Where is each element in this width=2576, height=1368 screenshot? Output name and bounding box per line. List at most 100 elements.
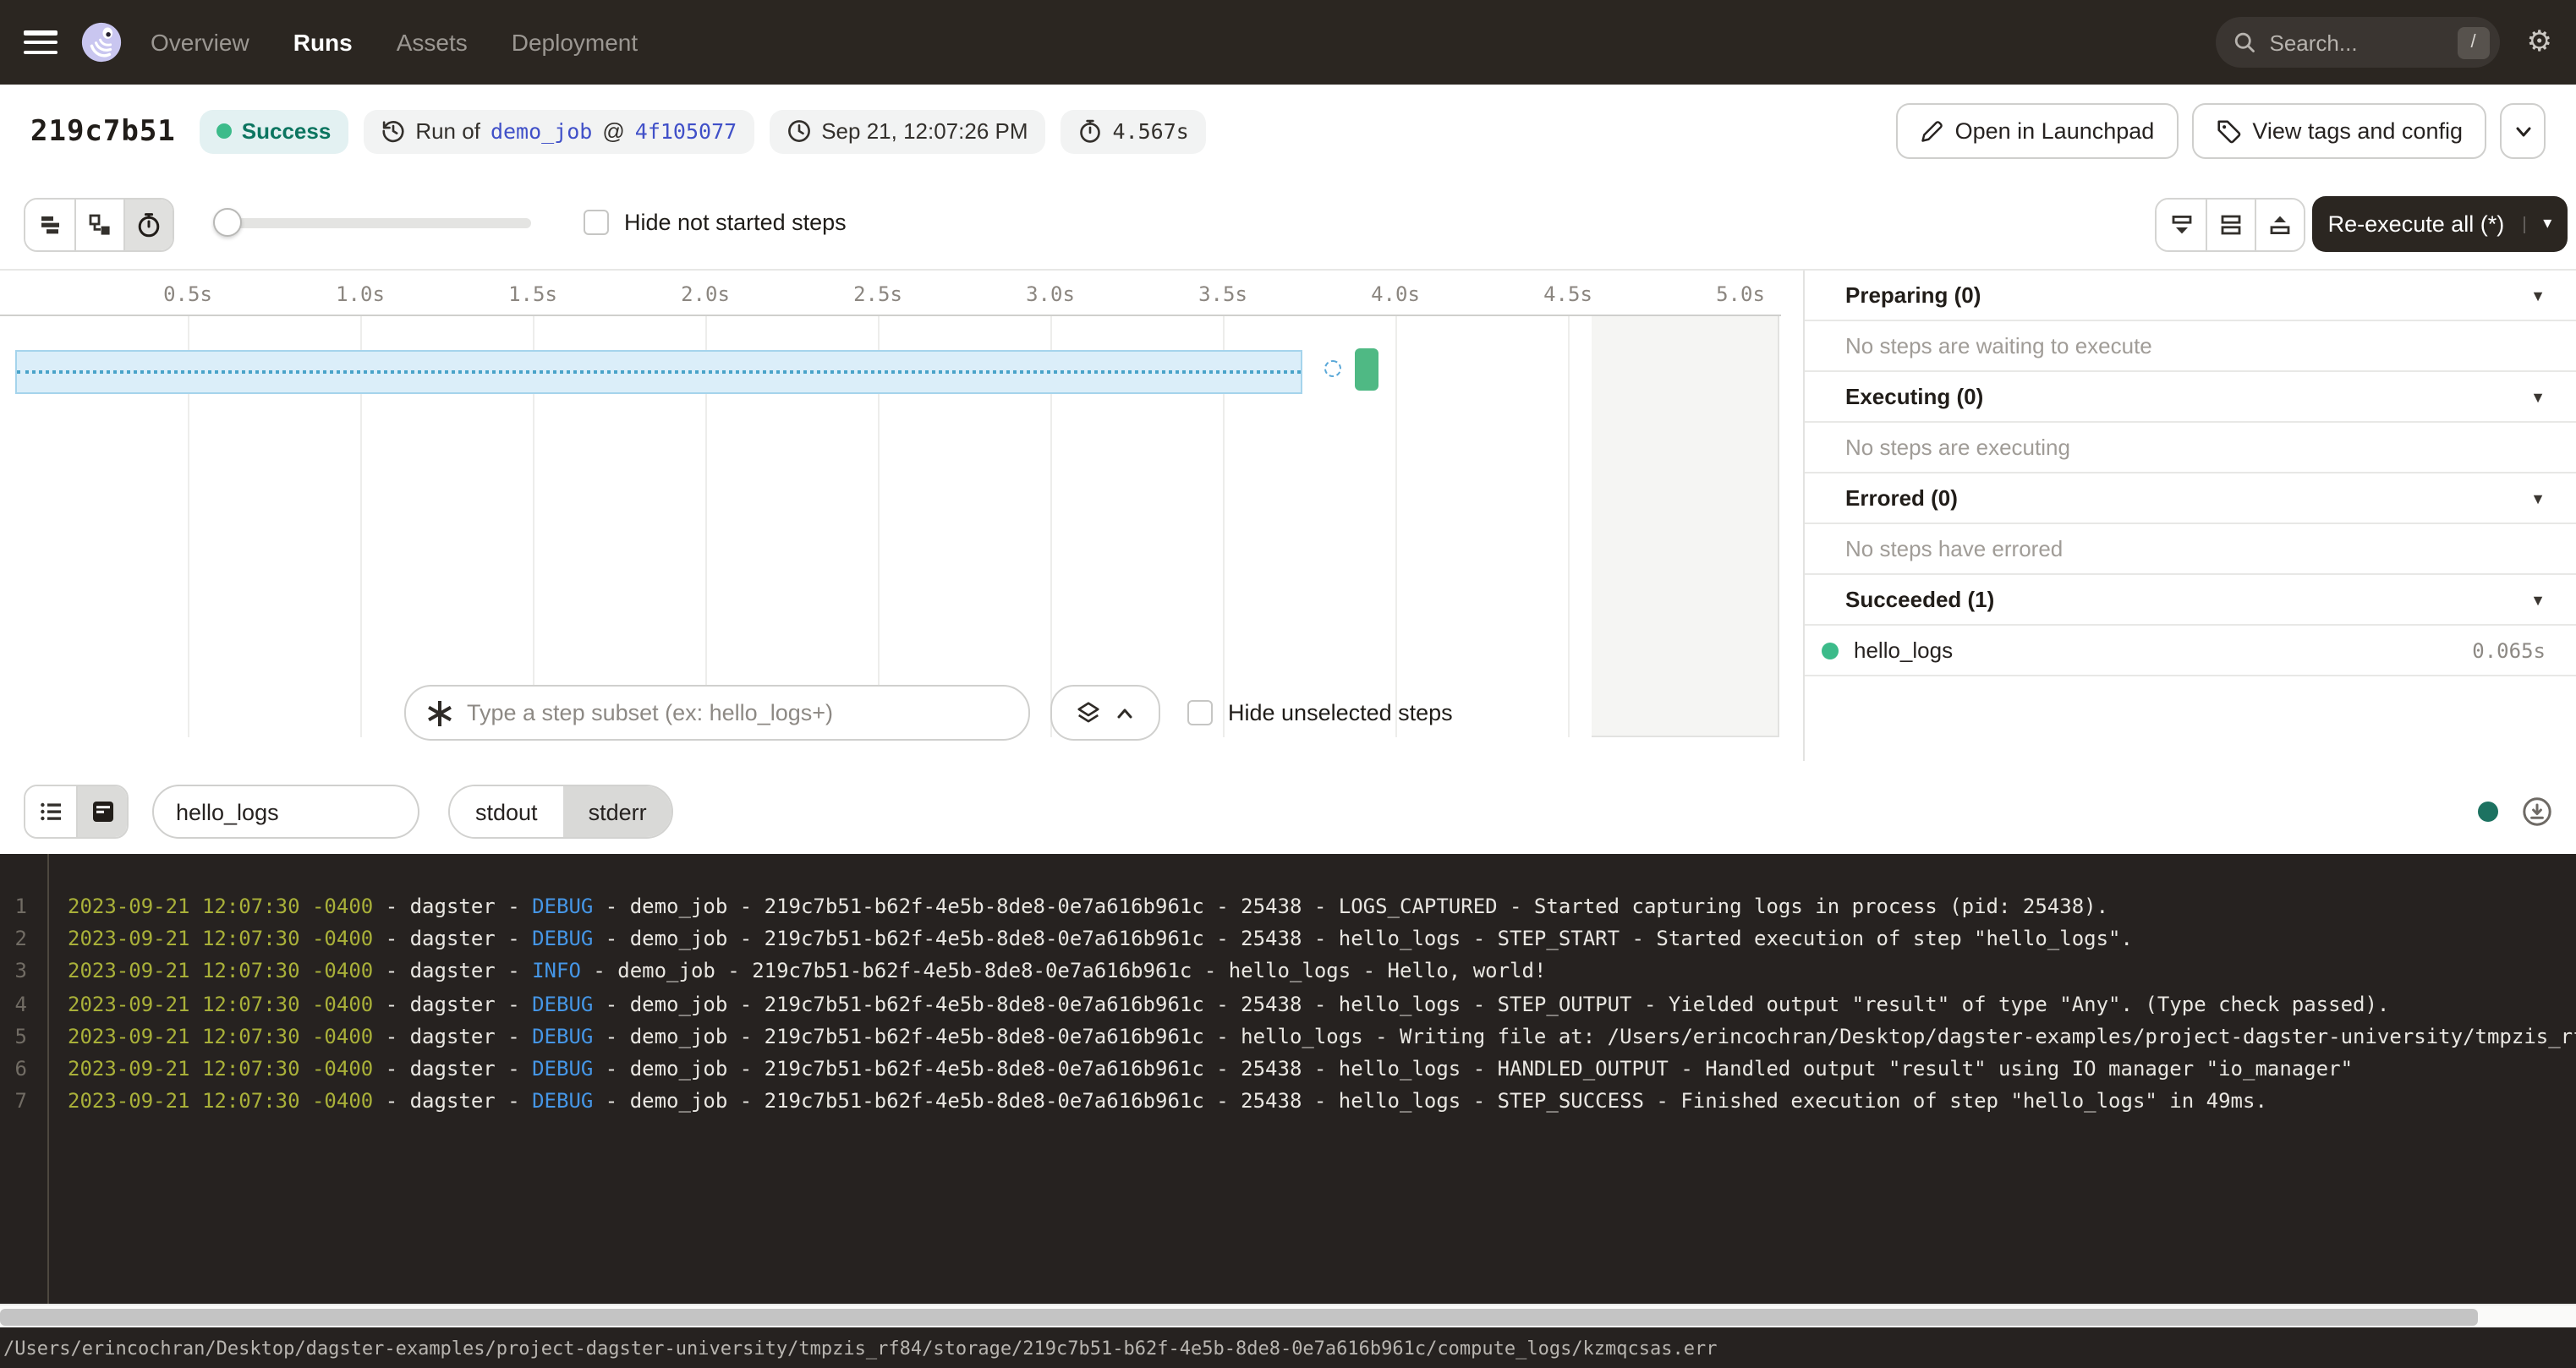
collapse-bottom-panel-button[interactable]	[2157, 200, 2206, 250]
zoom-slider[interactable]	[216, 218, 531, 228]
preparing-empty-text: No steps are waiting to execute	[1805, 321, 2576, 372]
tag-icon	[2215, 118, 2240, 144]
step-filter-row: Hide unselected steps	[404, 685, 1453, 741]
expand-panel-icon	[2266, 211, 2294, 238]
log-step-filter-input[interactable]	[152, 785, 419, 839]
axis-tick: 3.0s	[1026, 282, 1075, 306]
axis-tick: 0.5s	[163, 282, 212, 306]
executing-empty-text: No steps are executing	[1805, 423, 2576, 473]
gantt-view-toggle-group	[24, 198, 174, 252]
waiting-bar	[15, 350, 1302, 394]
log-line: 62023-09-21 12:07:30 -0400 - dagster - D…	[0, 1053, 2576, 1086]
commit-link[interactable]: 4f105077	[635, 118, 737, 144]
raw-log-view-button[interactable]	[76, 786, 127, 837]
hide-not-started-checkbox[interactable]	[584, 210, 609, 235]
log-file-path: /Users/erincochran/Desktop/dagster-examp…	[0, 1337, 1718, 1359]
op-selector-icon	[426, 699, 453, 726]
collapse-panel-icon	[2168, 211, 2195, 238]
timer-icon	[1077, 118, 1103, 144]
hide-not-started-label: Hide not started steps	[624, 210, 847, 235]
step-start-marker-icon	[1325, 360, 1342, 377]
time-axis: 0.5s1.0s1.5s2.0s2.5s3.0s3.5s4.0s4.5s5.0s	[0, 271, 1781, 316]
step-subset-inputbox[interactable]	[404, 685, 1030, 741]
tab-stderr[interactable]: stderr	[563, 786, 672, 837]
structured-log-view-button[interactable]	[25, 786, 76, 837]
success-dot-icon	[216, 123, 232, 139]
raw-log-panel[interactable]: 12023-09-21 12:07:30 -0400 - dagster - D…	[0, 854, 2576, 1304]
nav-items: Overview Runs Assets Deployment	[151, 29, 638, 56]
download-icon[interactable]	[2522, 796, 2552, 827]
status-badge: Success	[200, 109, 348, 153]
job-link[interactable]: demo_job	[491, 118, 592, 144]
axis-tick: 5.0s	[1716, 282, 1765, 306]
capture-status-dot	[2478, 802, 2498, 822]
nav-item-runs[interactable]: Runs	[293, 29, 353, 56]
log-toolbar: stdout stderr	[0, 769, 2576, 854]
section-succeeded[interactable]: Succeeded (1)▼	[1805, 575, 2576, 626]
expand-bottom-panel-button[interactable]	[2255, 200, 2304, 250]
console-icon	[89, 798, 116, 825]
nav-item-assets[interactable]: Assets	[397, 29, 468, 56]
section-executing[interactable]: Executing (0)▼	[1805, 372, 2576, 423]
log-line: 22023-09-21 12:07:30 -0400 - dagster - D…	[0, 923, 2576, 955]
reexecute-all-button[interactable]: Re-execute all (*) ▾	[2312, 196, 2568, 252]
post-run-region	[1591, 316, 1779, 737]
gantt-chart: Hide unselected steps	[0, 316, 1803, 752]
horizontal-scrollbar-thumb[interactable]	[0, 1309, 2478, 1326]
run-header: 219c7b51 Success Run of demo_job @ 4f105…	[0, 85, 2576, 178]
split-panels-button[interactable]	[2206, 200, 2255, 250]
clock-icon	[786, 118, 811, 144]
tab-stdout[interactable]: stdout	[450, 786, 563, 837]
log-line: 72023-09-21 12:07:30 -0400 - dagster - D…	[0, 1086, 2576, 1118]
dependency-dotted-line	[17, 370, 1301, 374]
succeeded-step-row[interactable]: hello_logs 0.065s	[1805, 626, 2576, 676]
step-name: hello_logs	[1854, 637, 1953, 663]
reexecute-dropdown-caret[interactable]: ▾	[2523, 216, 2551, 233]
timed-view-button[interactable]	[123, 200, 173, 250]
gridline	[1395, 316, 1397, 737]
nav-item-overview[interactable]: Overview	[151, 29, 249, 56]
step-duration: 0.065s	[2472, 638, 2546, 662]
run-of-tag: Run of demo_job @ 4f105077	[363, 109, 754, 153]
panel-layout-group	[2155, 198, 2305, 252]
section-errored[interactable]: Errored (0)▼	[1805, 473, 2576, 524]
section-collapse-icon[interactable]: ▼	[2530, 591, 2546, 608]
axis-tick: 3.5s	[1198, 282, 1247, 306]
gear-icon[interactable]: ⚙	[2527, 28, 2553, 57]
flat-view-icon	[36, 211, 63, 238]
search-input[interactable]	[2270, 30, 2458, 55]
log-lines: 12023-09-21 12:07:30 -0400 - dagster - D…	[0, 891, 2576, 1119]
axis-tick: 1.0s	[336, 282, 385, 306]
menu-icon[interactable]	[24, 30, 58, 54]
step-subset-input[interactable]	[467, 700, 1008, 725]
list-icon	[37, 798, 64, 825]
waterfall-view-icon	[86, 211, 113, 238]
zoom-slider-handle[interactable]	[213, 208, 242, 237]
step-bar-hello-logs[interactable]	[1354, 348, 1378, 391]
section-collapse-icon[interactable]: ▼	[2530, 388, 2546, 405]
search-icon	[2233, 30, 2256, 54]
section-collapse-icon[interactable]: ▼	[2530, 287, 2546, 304]
flat-view-button[interactable]	[25, 200, 74, 250]
axis-tick: 2.0s	[681, 282, 730, 306]
nav-item-deployment[interactable]: Deployment	[512, 29, 638, 56]
axis-tick: 4.0s	[1371, 282, 1420, 306]
open-in-launchpad-button[interactable]: Open in Launchpad	[1896, 103, 2179, 159]
search-box[interactable]: /	[2216, 17, 2500, 68]
errored-empty-text: No steps have errored	[1805, 524, 2576, 575]
graph-query-options-button[interactable]	[1050, 685, 1160, 741]
section-collapse-icon[interactable]: ▼	[2530, 490, 2546, 506]
hide-unselected-checkbox[interactable]	[1187, 700, 1213, 725]
view-tags-config-button[interactable]: View tags and config	[2191, 103, 2486, 159]
section-preparing[interactable]: Preparing (0)▼	[1805, 271, 2576, 321]
top-nav: Overview Runs Assets Deployment / ⚙	[0, 0, 2576, 85]
run-actions-dropdown-button[interactable]	[2500, 103, 2546, 159]
waterfall-view-button[interactable]	[74, 200, 123, 250]
hide-unselected-label: Hide unselected steps	[1228, 700, 1453, 725]
log-line: 32023-09-21 12:07:30 -0400 - dagster - I…	[0, 956, 2576, 988]
chevron-down-icon	[2513, 121, 2533, 141]
history-icon	[380, 118, 405, 144]
dagster-logo-icon[interactable]	[79, 20, 123, 64]
horizontal-scrollbar[interactable]	[0, 1304, 2576, 1327]
gutter-divider	[47, 854, 49, 1304]
